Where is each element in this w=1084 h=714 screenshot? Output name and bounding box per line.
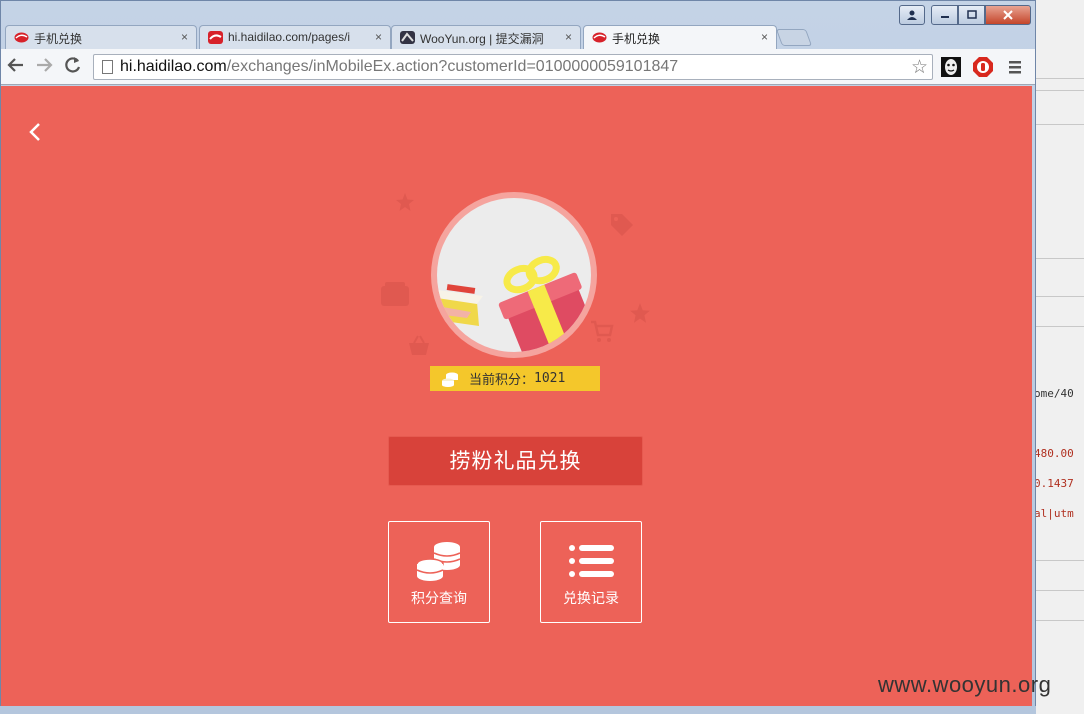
haidilao-favicon-icon bbox=[592, 31, 607, 44]
browser-window: 手机兑换 × hi.haidilao.com/pages/i × WooYun.… bbox=[0, 0, 1036, 714]
tab-close-icon[interactable]: × bbox=[761, 30, 768, 44]
tab-haidilao-pages[interactable]: hi.haidilao.com/pages/i × bbox=[199, 25, 391, 49]
mask-extension-icon[interactable] bbox=[941, 57, 961, 77]
gift-exchange-button[interactable]: 捞粉礼品兑换 bbox=[388, 436, 643, 486]
tab-title: 手机兑换 bbox=[612, 32, 661, 46]
gift-box-illustration bbox=[437, 255, 591, 352]
address-bar[interactable]: hi.haidilao.com/exchanges/inMobileEx.act… bbox=[93, 54, 933, 80]
bookmark-star-icon[interactable]: ☆ bbox=[911, 56, 928, 79]
tab-mobile-exchange-1[interactable]: 手机兑换 × bbox=[5, 25, 197, 49]
exchange-history-label: 兑换记录 bbox=[563, 590, 619, 606]
url-host: hi.haidilao.com bbox=[120, 58, 227, 75]
points-query-button[interactable]: 积分查询 bbox=[388, 521, 490, 623]
background-window: ome/40 480.00 0.1437 al|utm bbox=[1030, 0, 1084, 714]
tab-close-icon[interactable]: × bbox=[375, 30, 382, 44]
star-icon bbox=[396, 193, 414, 211]
new-tab-button[interactable] bbox=[775, 29, 813, 46]
code-line: al|utm bbox=[1034, 507, 1074, 520]
menu-hamburger-icon[interactable] bbox=[1005, 57, 1025, 77]
wooyun-favicon-icon bbox=[400, 31, 415, 44]
maximize-icon[interactable] bbox=[958, 5, 985, 25]
code-line: ome/40 bbox=[1034, 387, 1074, 400]
page-icon bbox=[102, 60, 113, 74]
code-line: 480.00 bbox=[1034, 447, 1074, 460]
wallet-icon bbox=[381, 282, 409, 306]
shopping-cart-icon bbox=[591, 320, 614, 342]
haidilao-favicon-icon bbox=[14, 31, 29, 44]
exchange-history-button[interactable]: 兑换记录 bbox=[540, 521, 642, 623]
list-icon bbox=[569, 545, 614, 577]
page-content: 当前积分： 1021 捞粉礼品兑换 积分查询 兑换记录 bbox=[1, 86, 1032, 707]
coins-stack-icon bbox=[416, 542, 461, 581]
star-icon bbox=[630, 303, 650, 323]
adblock-stop-icon[interactable] bbox=[973, 57, 993, 77]
haidilao-favicon-icon bbox=[208, 31, 223, 44]
code-line: 0.1437 bbox=[1034, 477, 1074, 490]
watermark: www.wooyun.org bbox=[878, 672, 1052, 697]
window-controls bbox=[899, 5, 1031, 25]
tab-title: hi.haidilao.com/pages/i bbox=[228, 30, 351, 44]
tab-title: WooYun.org | 提交漏洞 bbox=[420, 32, 544, 46]
tab-close-icon[interactable]: × bbox=[181, 30, 188, 44]
tab-mobile-exchange-active[interactable]: 手机兑换 × bbox=[583, 25, 777, 49]
user-profile-icon[interactable] bbox=[899, 5, 925, 25]
basket-icon bbox=[409, 335, 429, 355]
coins-icon bbox=[442, 372, 458, 387]
gift-avatar bbox=[431, 192, 597, 358]
url-text: hi.haidilao.com/exchanges/inMobileEx.act… bbox=[120, 58, 678, 76]
url-path: /exchanges/inMobileEx.action?customerId=… bbox=[226, 58, 679, 75]
tab-strip: 手机兑换 × hi.haidilao.com/pages/i × WooYun.… bbox=[1, 1, 1037, 49]
tab-wooyun[interactable]: WooYun.org | 提交漏洞 × bbox=[391, 25, 581, 49]
minimize-icon[interactable] bbox=[931, 5, 958, 25]
price-tag-icon bbox=[611, 214, 633, 236]
back-arrow-icon[interactable] bbox=[5, 56, 27, 78]
points-query-label: 积分查询 bbox=[411, 590, 467, 606]
window-close-icon[interactable] bbox=[985, 5, 1031, 25]
tab-title: 手机兑换 bbox=[34, 32, 83, 46]
points-label: 当前积分： bbox=[469, 372, 535, 387]
reload-icon[interactable] bbox=[62, 56, 84, 78]
points-badge: 当前积分： 1021 bbox=[430, 366, 600, 391]
forward-arrow-icon[interactable] bbox=[33, 56, 55, 78]
browser-toolbar: hi.haidilao.com/exchanges/inMobileEx.act… bbox=[1, 49, 1035, 85]
window-bottom-border bbox=[0, 706, 1036, 714]
back-chevron-icon[interactable] bbox=[25, 120, 45, 144]
points-value: 1021 bbox=[534, 371, 566, 386]
tab-close-icon[interactable]: × bbox=[565, 30, 572, 44]
